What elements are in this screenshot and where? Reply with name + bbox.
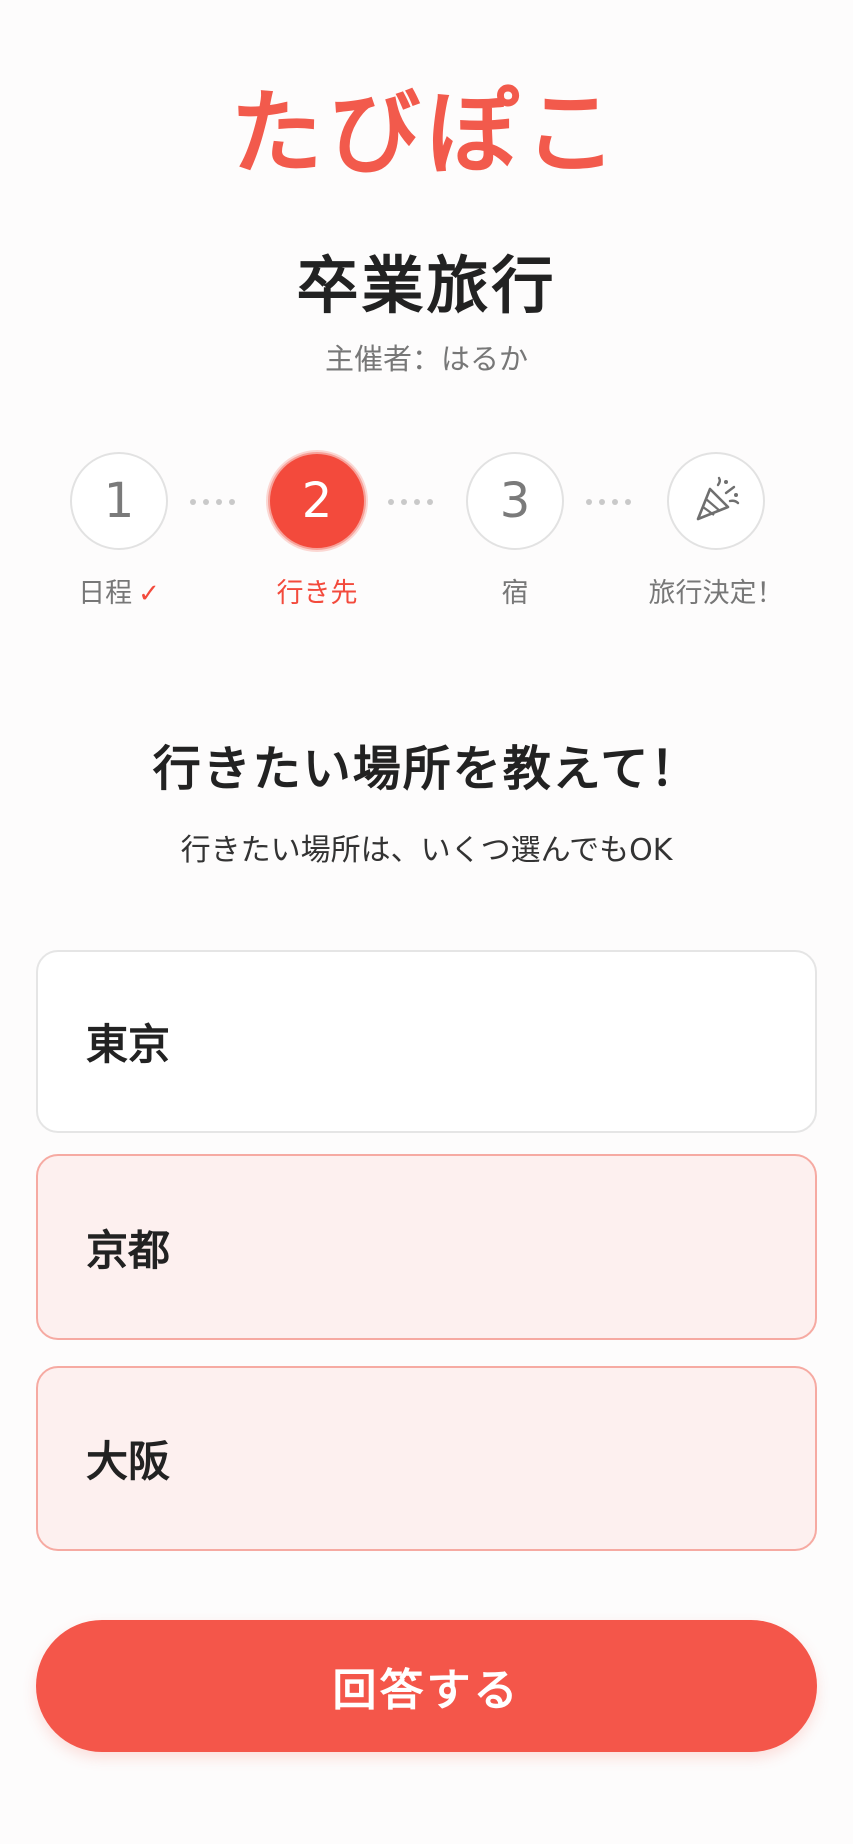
step-3-number: 3 [499, 473, 531, 529]
step-connector-1 [190, 499, 235, 505]
step-connector-2 [388, 499, 433, 505]
progress-stepper: 1 日程 ✓ 2 行き先 3 宿 旅行決定！ [0, 452, 853, 622]
step-1-label-text: 日程 [78, 578, 133, 609]
step-3-label: 宿 [501, 578, 529, 609]
step-2-number: 2 [301, 473, 333, 529]
step-4-circle[interactable] [667, 452, 765, 550]
question-heading: 行きたい場所を教えて！ [152, 741, 701, 797]
step-2-circle[interactable]: 2 [268, 452, 366, 550]
organizer-label: 主催者：はるか [324, 342, 528, 376]
step-4-label: 旅行決定！ [648, 578, 784, 609]
step-2-label: 行き先 [276, 578, 358, 609]
option-osaka[interactable]: 大阪 [36, 1366, 817, 1551]
option-kyoto[interactable]: 京都 [36, 1154, 817, 1340]
check-icon: ✓ [138, 579, 160, 609]
option-label: 大阪 [86, 1437, 171, 1486]
step-connector-3 [586, 499, 631, 505]
screen: たびぽこ 卒業旅行 主催者：はるか 1 日程 ✓ 2 行き先 3 宿 旅行決定！… [0, 0, 853, 1844]
option-label: 東京 [86, 1020, 171, 1069]
step-1-label: 日程 ✓ [29, 580, 209, 607]
step-1-circle[interactable]: 1 [70, 452, 168, 550]
step-1-number: 1 [103, 473, 135, 529]
option-tokyo[interactable]: 東京 [36, 950, 817, 1133]
question-hint: 行きたい場所は、いくつ選んでもOK [180, 833, 673, 868]
trip-title: 卒業旅行 [296, 249, 557, 322]
step-3-circle[interactable]: 3 [466, 452, 564, 550]
party-popper-icon [696, 476, 740, 521]
submit-button[interactable]: 回答する [36, 1620, 817, 1752]
app-logo: たびぽこ [230, 80, 623, 187]
option-label: 京都 [86, 1225, 171, 1275]
